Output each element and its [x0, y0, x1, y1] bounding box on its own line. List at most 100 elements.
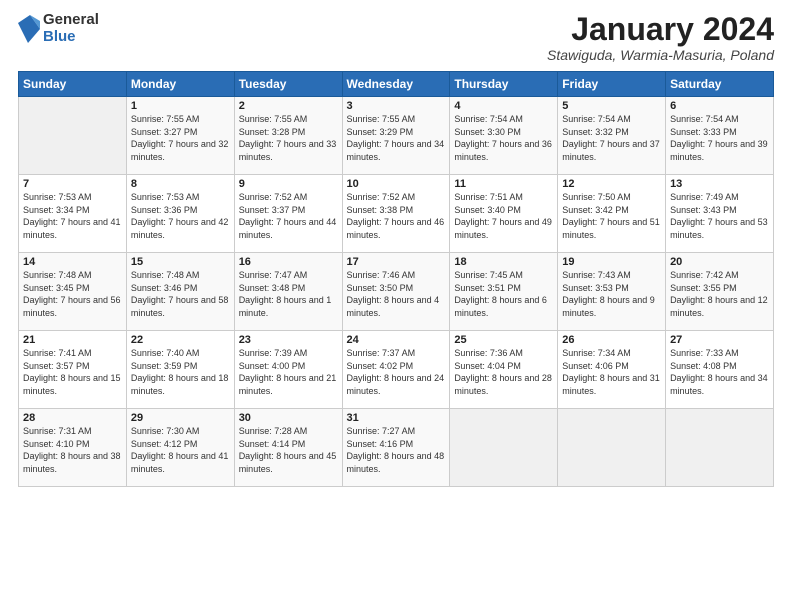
calendar-week-row: 1Sunrise: 7:55 AMSunset: 3:27 PMDaylight…	[19, 97, 774, 175]
day-info: Sunrise: 7:54 AMSunset: 3:32 PMDaylight:…	[562, 113, 661, 163]
calendar-cell	[450, 409, 558, 487]
day-number: 10	[347, 178, 446, 190]
day-number: 8	[131, 178, 230, 190]
day-info: Sunrise: 7:30 AMSunset: 4:12 PMDaylight:…	[131, 425, 230, 475]
calendar-cell: 25Sunrise: 7:36 AMSunset: 4:04 PMDayligh…	[450, 331, 558, 409]
day-header: Saturday	[666, 72, 774, 97]
day-info: Sunrise: 7:39 AMSunset: 4:00 PMDaylight:…	[239, 347, 338, 397]
day-number: 27	[670, 334, 769, 346]
day-info: Sunrise: 7:28 AMSunset: 4:14 PMDaylight:…	[239, 425, 338, 475]
day-number: 4	[454, 100, 553, 112]
calendar-cell	[558, 409, 666, 487]
day-number: 21	[23, 334, 122, 346]
calendar-cell: 14Sunrise: 7:48 AMSunset: 3:45 PMDayligh…	[19, 253, 127, 331]
day-info: Sunrise: 7:51 AMSunset: 3:40 PMDaylight:…	[454, 191, 553, 241]
day-info: Sunrise: 7:54 AMSunset: 3:33 PMDaylight:…	[670, 113, 769, 163]
page: General Blue January 2024 Stawiguda, War…	[0, 0, 792, 612]
logo-general: General	[43, 12, 99, 29]
calendar-cell: 16Sunrise: 7:47 AMSunset: 3:48 PMDayligh…	[234, 253, 342, 331]
day-info: Sunrise: 7:40 AMSunset: 3:59 PMDaylight:…	[131, 347, 230, 397]
title-block: January 2024 Stawiguda, Warmia-Masuria, …	[547, 12, 774, 63]
day-number: 31	[347, 412, 446, 424]
calendar-cell: 30Sunrise: 7:28 AMSunset: 4:14 PMDayligh…	[234, 409, 342, 487]
day-info: Sunrise: 7:53 AMSunset: 3:34 PMDaylight:…	[23, 191, 122, 241]
day-header: Monday	[126, 72, 234, 97]
day-number: 14	[23, 256, 122, 268]
calendar-week-row: 21Sunrise: 7:41 AMSunset: 3:57 PMDayligh…	[19, 331, 774, 409]
day-header: Friday	[558, 72, 666, 97]
day-info: Sunrise: 7:48 AMSunset: 3:45 PMDaylight:…	[23, 269, 122, 319]
day-header: Tuesday	[234, 72, 342, 97]
calendar-cell: 7Sunrise: 7:53 AMSunset: 3:34 PMDaylight…	[19, 175, 127, 253]
day-number: 20	[670, 256, 769, 268]
day-number: 24	[347, 334, 446, 346]
logo-text: General Blue	[43, 12, 99, 45]
day-number: 19	[562, 256, 661, 268]
day-number: 23	[239, 334, 338, 346]
calendar-week-row: 28Sunrise: 7:31 AMSunset: 4:10 PMDayligh…	[19, 409, 774, 487]
day-info: Sunrise: 7:50 AMSunset: 3:42 PMDaylight:…	[562, 191, 661, 241]
day-info: Sunrise: 7:31 AMSunset: 4:10 PMDaylight:…	[23, 425, 122, 475]
calendar-cell: 5Sunrise: 7:54 AMSunset: 3:32 PMDaylight…	[558, 97, 666, 175]
calendar-cell: 22Sunrise: 7:40 AMSunset: 3:59 PMDayligh…	[126, 331, 234, 409]
day-info: Sunrise: 7:53 AMSunset: 3:36 PMDaylight:…	[131, 191, 230, 241]
day-info: Sunrise: 7:52 AMSunset: 3:37 PMDaylight:…	[239, 191, 338, 241]
calendar-cell: 3Sunrise: 7:55 AMSunset: 3:29 PMDaylight…	[342, 97, 450, 175]
logo-icon	[18, 15, 40, 43]
day-number: 12	[562, 178, 661, 190]
header: General Blue January 2024 Stawiguda, War…	[18, 12, 774, 63]
day-info: Sunrise: 7:52 AMSunset: 3:38 PMDaylight:…	[347, 191, 446, 241]
calendar-week-row: 14Sunrise: 7:48 AMSunset: 3:45 PMDayligh…	[19, 253, 774, 331]
calendar-cell: 23Sunrise: 7:39 AMSunset: 4:00 PMDayligh…	[234, 331, 342, 409]
day-info: Sunrise: 7:55 AMSunset: 3:27 PMDaylight:…	[131, 113, 230, 163]
day-number: 26	[562, 334, 661, 346]
day-info: Sunrise: 7:37 AMSunset: 4:02 PMDaylight:…	[347, 347, 446, 397]
day-number: 15	[131, 256, 230, 268]
day-number: 28	[23, 412, 122, 424]
day-header: Thursday	[450, 72, 558, 97]
day-number: 9	[239, 178, 338, 190]
day-info: Sunrise: 7:42 AMSunset: 3:55 PMDaylight:…	[670, 269, 769, 319]
calendar-cell: 20Sunrise: 7:42 AMSunset: 3:55 PMDayligh…	[666, 253, 774, 331]
day-number: 2	[239, 100, 338, 112]
calendar-title: January 2024	[547, 12, 774, 47]
calendar-cell: 26Sunrise: 7:34 AMSunset: 4:06 PMDayligh…	[558, 331, 666, 409]
day-number: 3	[347, 100, 446, 112]
day-info: Sunrise: 7:55 AMSunset: 3:28 PMDaylight:…	[239, 113, 338, 163]
day-number: 30	[239, 412, 338, 424]
day-number: 18	[454, 256, 553, 268]
day-info: Sunrise: 7:45 AMSunset: 3:51 PMDaylight:…	[454, 269, 553, 319]
calendar-cell: 19Sunrise: 7:43 AMSunset: 3:53 PMDayligh…	[558, 253, 666, 331]
day-info: Sunrise: 7:36 AMSunset: 4:04 PMDaylight:…	[454, 347, 553, 397]
calendar-cell: 6Sunrise: 7:54 AMSunset: 3:33 PMDaylight…	[666, 97, 774, 175]
calendar-table: SundayMondayTuesdayWednesdayThursdayFrid…	[18, 71, 774, 487]
day-info: Sunrise: 7:33 AMSunset: 4:08 PMDaylight:…	[670, 347, 769, 397]
calendar-cell: 13Sunrise: 7:49 AMSunset: 3:43 PMDayligh…	[666, 175, 774, 253]
calendar-cell: 24Sunrise: 7:37 AMSunset: 4:02 PMDayligh…	[342, 331, 450, 409]
calendar-cell: 11Sunrise: 7:51 AMSunset: 3:40 PMDayligh…	[450, 175, 558, 253]
day-info: Sunrise: 7:41 AMSunset: 3:57 PMDaylight:…	[23, 347, 122, 397]
calendar-cell: 31Sunrise: 7:27 AMSunset: 4:16 PMDayligh…	[342, 409, 450, 487]
logo-blue: Blue	[43, 29, 99, 46]
day-info: Sunrise: 7:48 AMSunset: 3:46 PMDaylight:…	[131, 269, 230, 319]
day-info: Sunrise: 7:46 AMSunset: 3:50 PMDaylight:…	[347, 269, 446, 319]
day-info: Sunrise: 7:54 AMSunset: 3:30 PMDaylight:…	[454, 113, 553, 163]
day-info: Sunrise: 7:47 AMSunset: 3:48 PMDaylight:…	[239, 269, 338, 319]
calendar-cell: 28Sunrise: 7:31 AMSunset: 4:10 PMDayligh…	[19, 409, 127, 487]
logo: General Blue	[18, 12, 99, 45]
calendar-header-row: SundayMondayTuesdayWednesdayThursdayFrid…	[19, 72, 774, 97]
calendar-cell: 12Sunrise: 7:50 AMSunset: 3:42 PMDayligh…	[558, 175, 666, 253]
calendar-cell: 15Sunrise: 7:48 AMSunset: 3:46 PMDayligh…	[126, 253, 234, 331]
day-number: 13	[670, 178, 769, 190]
day-number: 25	[454, 334, 553, 346]
calendar-cell	[19, 97, 127, 175]
calendar-cell	[666, 409, 774, 487]
calendar-cell: 10Sunrise: 7:52 AMSunset: 3:38 PMDayligh…	[342, 175, 450, 253]
calendar-cell: 21Sunrise: 7:41 AMSunset: 3:57 PMDayligh…	[19, 331, 127, 409]
day-number: 11	[454, 178, 553, 190]
day-number: 16	[239, 256, 338, 268]
calendar-subtitle: Stawiguda, Warmia-Masuria, Poland	[547, 47, 774, 63]
day-header: Sunday	[19, 72, 127, 97]
day-info: Sunrise: 7:34 AMSunset: 4:06 PMDaylight:…	[562, 347, 661, 397]
day-number: 5	[562, 100, 661, 112]
